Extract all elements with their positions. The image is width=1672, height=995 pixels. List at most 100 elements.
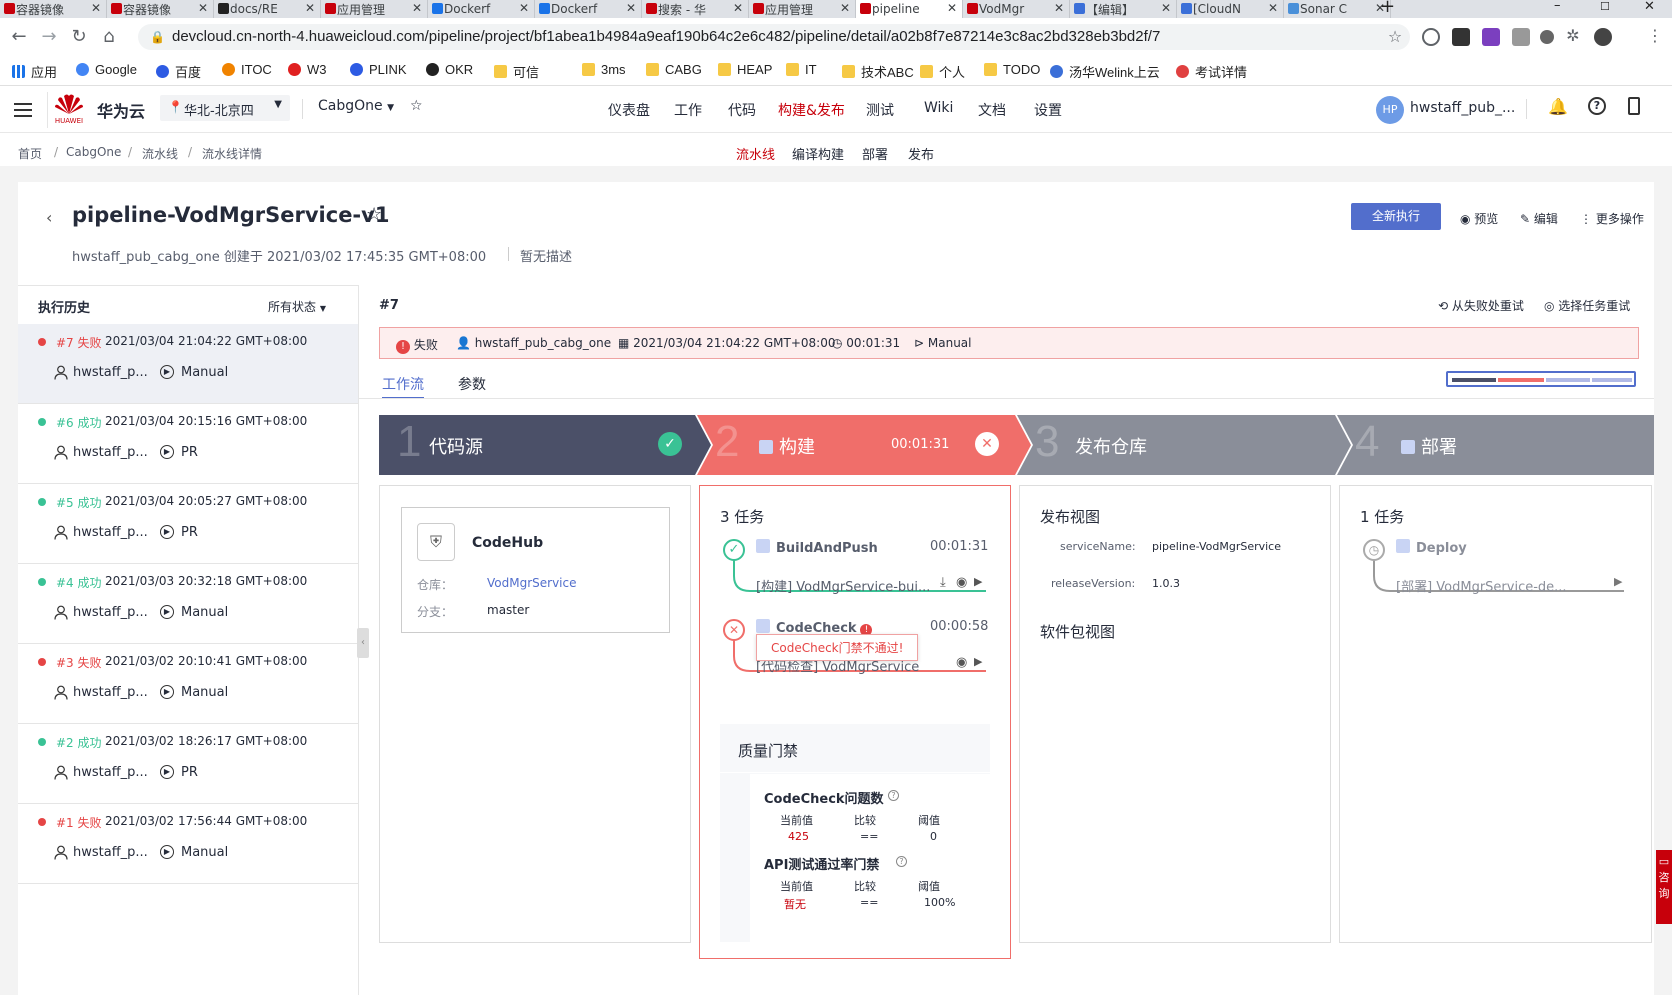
subtask-deploy[interactable]: [部署] VodMgrService-de... xyxy=(1396,576,1567,595)
nav-item[interactable]: 测试 xyxy=(866,100,894,120)
bookmark-item[interactable]: TODO xyxy=(984,62,1040,77)
home-icon[interactable]: ⌂ xyxy=(98,26,120,47)
browser-tab[interactable]: 应用管理 ✕ xyxy=(321,0,428,18)
bookmark-item[interactable]: CABG xyxy=(646,62,702,77)
bookmark-item[interactable]: W3 xyxy=(288,62,327,77)
nav-item[interactable]: Wiki xyxy=(924,100,953,116)
nav-item[interactable]: 工作 xyxy=(674,100,702,120)
window-minimize-button[interactable]: – xyxy=(1554,0,1561,13)
bookmark-item[interactable]: 汤华Welink上云 xyxy=(1050,62,1160,81)
subnav-item[interactable]: 流水线 xyxy=(736,144,775,163)
browser-tab[interactable]: pipeline ✕ xyxy=(856,0,963,18)
history-row[interactable]: #1 失败 2021/03/02 17:56:44 GMT+08:00 hwstaf… xyxy=(18,804,358,884)
bookmark-item[interactable]: 百度 xyxy=(156,62,201,81)
tab-params[interactable]: 参数 xyxy=(458,374,486,394)
brand-name[interactable]: 华为云 xyxy=(97,98,145,122)
tab-workflow[interactable]: 工作流 xyxy=(382,374,424,399)
forward-icon[interactable]: → xyxy=(38,26,60,47)
breadcrumb-item[interactable]: 首页 xyxy=(18,145,42,162)
chrome-menu-icon[interactable]: ⋮ xyxy=(1644,26,1666,45)
history-row[interactable]: #7 失败 2021/03/04 21:04:22 GMT+08:00 hwstaf… xyxy=(18,324,358,404)
browser-tab[interactable]: 容器镜像 ✕ xyxy=(107,0,214,18)
browser-tab[interactable]: 应用管理 ✕ xyxy=(749,0,856,18)
favorite-star-icon[interactable]: ☆ xyxy=(410,98,423,114)
tab-close-icon[interactable]: ✕ xyxy=(626,1,636,15)
nav-item[interactable]: 文档 xyxy=(978,100,1006,120)
nav-item[interactable]: 代码 xyxy=(728,100,756,120)
task-buildandpush[interactable]: BuildAndPush xyxy=(756,539,878,556)
tab-close-icon[interactable]: ✕ xyxy=(412,1,422,15)
project-selector[interactable]: CabgOne ▼ xyxy=(318,98,394,114)
tab-close-icon[interactable]: ✕ xyxy=(733,1,743,15)
bookmark-item[interactable]: 可信 xyxy=(494,62,539,81)
download-icon[interactable]: ⤓ xyxy=(940,575,946,590)
tab-close-icon[interactable]: ✕ xyxy=(519,1,529,15)
back-chevron-icon[interactable]: ‹ xyxy=(46,208,52,227)
history-row[interactable]: #4 成功 2021/03/03 20:32:18 GMT+08:00 hwstaf… xyxy=(18,564,358,644)
collapse-panel-handle[interactable]: ‹ xyxy=(357,628,369,658)
stage-build[interactable]: 2 构建 00:01:31 ✕ xyxy=(697,415,1013,475)
repo-link[interactable]: VodMgrService xyxy=(487,576,577,590)
breadcrumb-item[interactable]: CabgOne xyxy=(66,145,121,159)
edit-button[interactable]: ✎ 编辑 xyxy=(1520,210,1558,227)
more-actions-button[interactable]: ⋮ 更多操作 xyxy=(1580,210,1644,227)
status-filter-dropdown[interactable]: 所有状态 ▼ xyxy=(268,298,326,315)
window-maximize-button[interactable]: ☐ xyxy=(1600,0,1610,13)
subtask-build[interactable]: [构建] VodMgrService-bui... xyxy=(756,576,930,595)
extensions-puzzle-icon[interactable]: ✲ xyxy=(1562,26,1584,45)
browser-tab[interactable]: Dockerf ✕ xyxy=(535,0,642,18)
back-icon[interactable]: ← xyxy=(8,26,30,47)
bookmark-item[interactable]: 应用 xyxy=(12,62,57,81)
extension-icon-2[interactable] xyxy=(1452,28,1470,46)
view-eye-icon[interactable]: ◉ xyxy=(956,655,967,670)
consult-float-button[interactable]: ▭ 咨询 xyxy=(1656,850,1672,924)
user-name[interactable]: hwstaff_pub_... xyxy=(1410,100,1515,116)
task-deploy[interactable]: Deploy xyxy=(1396,539,1467,556)
help-icon[interactable]: ? xyxy=(1588,97,1606,115)
huawei-logo[interactable]: HUAWEI xyxy=(52,92,86,126)
extension-icon-3[interactable] xyxy=(1482,28,1500,46)
browser-tab[interactable]: Sonar C ✕ xyxy=(1284,0,1391,18)
user-avatar[interactable]: HP xyxy=(1376,96,1404,124)
help-icon[interactable]: ? xyxy=(896,856,907,867)
hamburger-menu-icon[interactable] xyxy=(0,87,48,133)
preview-button[interactable]: ◉ 预览 xyxy=(1460,210,1498,227)
bookmark-star-icon[interactable]: ☆ xyxy=(1384,27,1406,46)
browser-tab[interactable]: [CloudN ✕ xyxy=(1177,0,1284,18)
bookmark-item[interactable]: HEAP xyxy=(718,62,772,77)
profile-avatar[interactable] xyxy=(1594,28,1612,46)
play-icon[interactable]: ▶ xyxy=(974,655,982,668)
reload-icon[interactable]: ↻ xyxy=(68,26,90,47)
history-row[interactable]: #6 成功 2021/03/04 20:15:16 GMT+08:00 hwstaf… xyxy=(18,404,358,484)
history-row[interactable]: #3 失败 2021/03/02 20:10:41 GMT+08:00 hwstaf… xyxy=(18,644,358,724)
history-row[interactable]: #2 成功 2021/03/02 18:26:17 GMT+08:00 hwstaf… xyxy=(18,724,358,804)
subnav-item[interactable]: 编译构建 xyxy=(792,144,844,163)
browser-tab[interactable]: Dockerf ✕ xyxy=(428,0,535,18)
bookmark-item[interactable]: OKR xyxy=(426,62,473,77)
bookmark-item[interactable]: Google xyxy=(76,62,137,77)
browser-tab[interactable]: VodMgr ✕ xyxy=(963,0,1070,18)
tab-close-icon[interactable]: ✕ xyxy=(947,1,957,15)
select-retry-button[interactable]: ◎ 选择任务重试 xyxy=(1544,297,1630,314)
bookmark-item[interactable]: PLINK xyxy=(350,62,407,77)
nav-item[interactable]: 构建&发布 xyxy=(778,100,845,120)
bell-icon[interactable]: 🔔 xyxy=(1548,97,1568,116)
stage-release-repo[interactable]: 3 发布仓库 xyxy=(1017,415,1333,475)
browser-tab[interactable]: docs/RE ✕ xyxy=(214,0,321,18)
bookmark-item[interactable]: 技术ABC xyxy=(842,62,914,81)
bookmark-item[interactable]: 考试详情 xyxy=(1176,62,1247,81)
play-icon[interactable]: ▶ xyxy=(1614,575,1622,588)
play-icon[interactable]: ▶ xyxy=(974,575,982,588)
nav-item[interactable]: 设置 xyxy=(1034,100,1062,120)
extension-icon-4[interactable] xyxy=(1512,28,1530,46)
pipeline-favorite-icon[interactable]: ☆ xyxy=(366,204,382,225)
tab-close-icon[interactable]: ✕ xyxy=(305,1,315,15)
history-row[interactable]: #5 成功 2021/03/04 20:05:27 GMT+08:00 hwstaf… xyxy=(18,484,358,564)
run-pipeline-button[interactable]: 全新执行 xyxy=(1351,203,1441,230)
tab-close-icon[interactable]: ✕ xyxy=(91,1,101,15)
minimap[interactable] xyxy=(1446,371,1636,387)
bookmark-item[interactable]: ITOC xyxy=(222,62,272,77)
view-eye-icon[interactable]: ◉ xyxy=(956,575,967,590)
codehub-card[interactable]: ⛨ CodeHub 仓库： VodMgrService 分支： master xyxy=(401,507,670,633)
tab-close-icon[interactable]: ✕ xyxy=(198,1,208,15)
